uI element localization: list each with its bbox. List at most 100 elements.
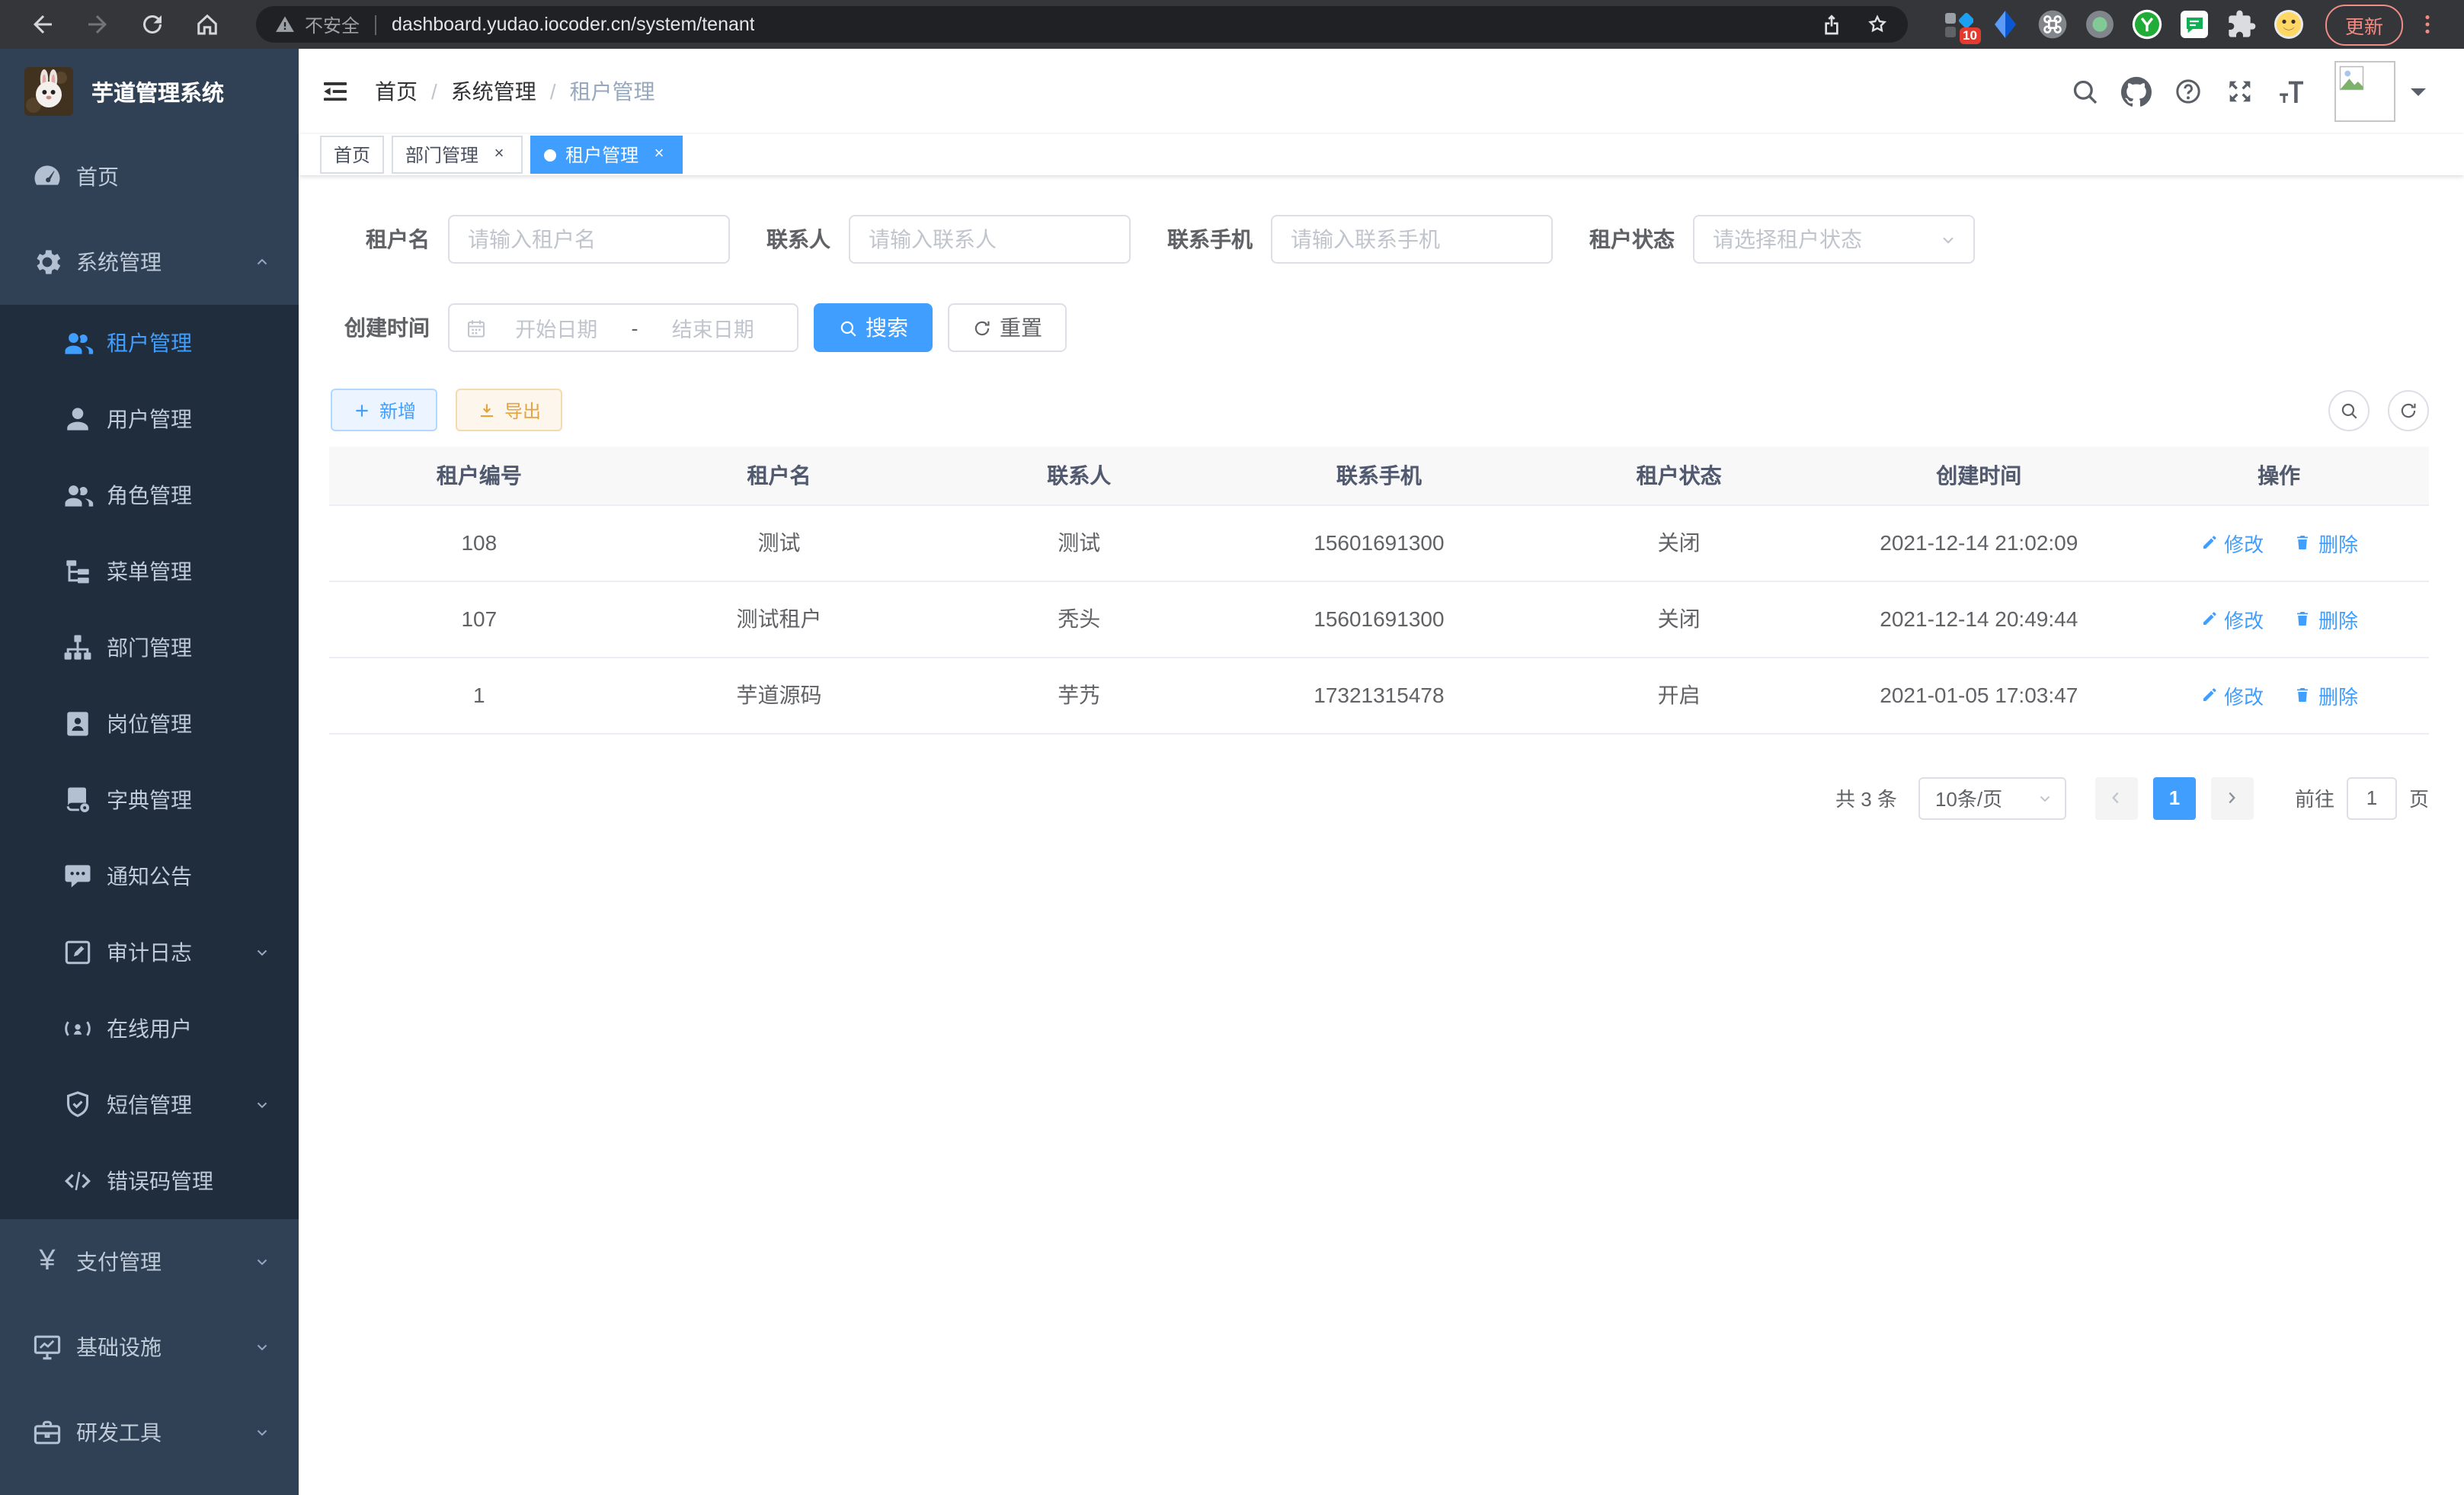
col-tenant-id: 租户编号 (329, 447, 629, 504)
delete-link[interactable]: 删除 (2294, 680, 2358, 709)
sidebar-item-devtools[interactable]: 研发工具 (0, 1390, 299, 1475)
search-button[interactable]: 搜索 (814, 303, 933, 352)
sidebar-item-dept[interactable]: 部门管理 (0, 610, 299, 686)
page-number-active[interactable]: 1 (2153, 776, 2196, 819)
extension-kite-icon[interactable] (1990, 9, 2021, 40)
breadcrumb-system[interactable]: 系统管理 (451, 76, 536, 107)
table-row: 108 测试 测试 15601691300 关闭 2021-12-14 21:0… (329, 504, 2429, 581)
user-icon (61, 402, 94, 436)
tenant-users-icon (61, 326, 94, 360)
chevron-down-icon (253, 1423, 271, 1442)
breadcrumb-home[interactable]: 首页 (375, 76, 418, 107)
extension-chat-icon[interactable] (2179, 9, 2210, 40)
status-select[interactable]: 请选择租户状态 (1693, 215, 1975, 264)
table-row: 107 测试租户 秃头 15601691300 关闭 2021-12-14 20… (329, 581, 2429, 657)
prev-page-button[interactable] (2095, 776, 2138, 819)
logo-rabbit-image (24, 67, 73, 116)
refresh-table-button[interactable] (2388, 389, 2429, 431)
sidebar-item-menu[interactable]: 菜单管理 (0, 533, 299, 610)
tags-bar: 首页 部门管理 × 租户管理 × (299, 134, 2464, 175)
main-area: 首页 / 系统管理 / 租户管理 (299, 49, 2464, 1495)
tab-home[interactable]: 首页 (320, 136, 384, 174)
close-icon[interactable]: × (649, 145, 669, 165)
edit-pencil-icon (2200, 610, 2218, 628)
add-button[interactable]: 新增 (331, 389, 437, 431)
sidebar-item-audit-log[interactable]: 审计日志 (0, 914, 299, 991)
goto-label: 前往 (2295, 783, 2334, 812)
browser-update-button[interactable]: 更新 (2325, 4, 2403, 45)
browser-menu-icon[interactable] (2415, 12, 2440, 37)
avatar-dropdown-caret-icon[interactable] (2411, 88, 2426, 104)
bookmark-star-icon[interactable] (1865, 12, 1890, 37)
url-text: dashboard.yudao.iocoder.cn/system/tenant (392, 14, 755, 35)
delete-link[interactable]: 删除 (2294, 604, 2358, 633)
page-size-select[interactable]: 10条/页 (1918, 776, 2066, 819)
github-icon[interactable] (2121, 76, 2152, 107)
filter-contact: 联系人 (766, 215, 1131, 264)
help-icon[interactable] (2173, 76, 2203, 107)
browser-back-icon[interactable] (29, 11, 56, 38)
menu-tree-icon (61, 555, 94, 588)
col-phone: 联系手机 (1229, 447, 1529, 504)
close-icon[interactable]: × (489, 145, 509, 165)
sidebar-item-error-code[interactable]: 错误码管理 (0, 1143, 299, 1219)
tab-tenant[interactable]: 租户管理 × (530, 136, 683, 174)
roles-icon (61, 479, 94, 512)
table-toolbar: 新增 导出 (329, 389, 2429, 431)
urlbar-divider (375, 14, 376, 34)
sidebar-item-home[interactable]: 首页 (0, 134, 299, 219)
edit-link[interactable]: 修改 (2200, 528, 2264, 557)
reset-button[interactable]: 重置 (948, 303, 1067, 352)
header-search-icon[interactable] (2069, 76, 2100, 107)
chevron-down-icon (2036, 789, 2054, 807)
sidebar-item-sms[interactable]: 短信管理 (0, 1067, 299, 1143)
extension-command-icon[interactable] (2037, 9, 2068, 40)
next-page-button[interactable] (2211, 776, 2254, 819)
sidebar-item-dict[interactable]: 字典管理 (0, 762, 299, 838)
status-value: 关闭 (1529, 581, 1829, 657)
extension-record-icon[interactable] (2085, 9, 2115, 40)
tenant-name-input[interactable] (448, 215, 730, 264)
profile-emoji-icon[interactable] (2274, 9, 2304, 40)
extensions-cluster: 10 (1926, 9, 2304, 40)
navbar: 首页 / 系统管理 / 租户管理 (299, 49, 2464, 134)
sidebar-item-post[interactable]: 岗位管理 (0, 686, 299, 762)
browser-forward-icon[interactable] (84, 11, 111, 38)
extensions-puzzle-icon[interactable] (2226, 9, 2257, 40)
browser-home-icon[interactable] (194, 11, 221, 38)
sidebar-item-user[interactable]: 用户管理 (0, 381, 299, 457)
app-logo[interactable]: 芋道管理系统 (0, 49, 299, 134)
tab-dept[interactable]: 部门管理 × (392, 136, 523, 174)
security-warning-icon[interactable] (274, 14, 296, 35)
status-value: 关闭 (1529, 504, 1829, 581)
address-bar[interactable]: 不安全 dashboard.yudao.iocoder.cn/system/te… (256, 6, 1908, 43)
edit-link[interactable]: 修改 (2200, 680, 2264, 709)
sidebar-item-tenant[interactable]: 租户管理 (0, 305, 299, 381)
chevron-right-icon (2222, 788, 2242, 808)
edit-link[interactable]: 修改 (2200, 604, 2264, 633)
font-size-icon[interactable] (2277, 76, 2307, 107)
goto-page-input[interactable] (2347, 776, 2397, 819)
extension-y-icon[interactable] (2132, 9, 2162, 40)
col-tenant-name: 租户名 (629, 447, 930, 504)
sidebar-item-notice[interactable]: 通知公告 (0, 838, 299, 914)
browser-reload-icon[interactable] (139, 11, 166, 38)
chevron-down-icon (253, 1253, 271, 1271)
avatar[interactable] (2334, 61, 2395, 122)
fullscreen-icon[interactable] (2225, 76, 2255, 107)
share-icon[interactable] (1819, 12, 1844, 37)
sidebar-item-online-user[interactable]: 在线用户 (0, 991, 299, 1067)
sidebar-toggle-icon[interactable] (320, 76, 350, 107)
export-button[interactable]: 导出 (456, 389, 562, 431)
extension-tabs-icon[interactable]: 10 (1943, 9, 1973, 40)
dashboard-icon (30, 160, 64, 194)
toggle-search-button[interactable] (2328, 389, 2370, 431)
sidebar-item-pay[interactable]: ¥ 支付管理 (0, 1219, 299, 1305)
sidebar-item-system[interactable]: 系统管理 (0, 219, 299, 305)
sidebar-item-infra[interactable]: 基础设施 (0, 1305, 299, 1390)
delete-link[interactable]: 删除 (2294, 528, 2358, 557)
phone-input[interactable] (1271, 215, 1553, 264)
contact-input[interactable] (849, 215, 1131, 264)
sidebar-item-role[interactable]: 角色管理 (0, 457, 299, 533)
date-range-picker[interactable]: 开始日期 - 结束日期 (448, 303, 798, 352)
